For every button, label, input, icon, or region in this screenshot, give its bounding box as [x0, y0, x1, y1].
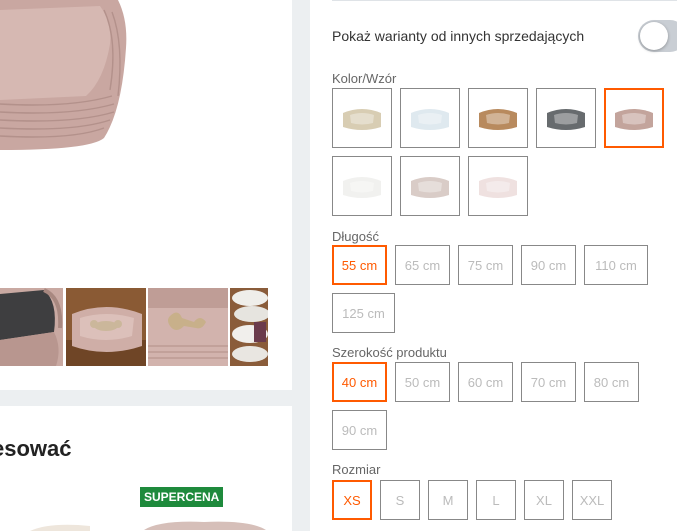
width-label: Szerokość produktu [332, 345, 447, 360]
recommendations-title: esować [0, 436, 72, 461]
length-option[interactable]: 75 cm [458, 245, 513, 285]
size-option[interactable]: L [476, 480, 516, 520]
size-option[interactable]: XS [332, 480, 372, 520]
color-swatch-caramel[interactable] [468, 88, 528, 148]
dog-bed-thumbnail [411, 177, 449, 198]
other-sellers-variants-toggle[interactable] [638, 20, 677, 52]
dog-bed-thumbnail [479, 109, 517, 130]
length-option[interactable]: 110 cm [584, 245, 648, 285]
product-thumbnail-2[interactable] [30, 522, 90, 531]
product-gallery [0, 0, 292, 390]
color-swatch-light-pink-grey[interactable] [400, 156, 460, 216]
divider [332, 0, 677, 1]
product-thumbnail[interactable] [140, 516, 270, 531]
color-swatch-white[interactable] [332, 156, 392, 216]
width-option[interactable]: 50 cm [395, 362, 450, 402]
other-sellers-variants-row: Pokaż warianty od innych sprzedających [332, 20, 677, 52]
color-swatch-light-blue[interactable] [400, 88, 460, 148]
color-swatch-beige[interactable] [332, 88, 392, 148]
dog-bed-thumbnail [547, 109, 585, 130]
dog-bed-thumbnail [615, 109, 653, 130]
size-option[interactable]: XL [524, 480, 564, 520]
main-product-image[interactable] [0, 0, 136, 282]
length-label: Długość [332, 229, 379, 244]
width-option[interactable]: 70 cm [521, 362, 576, 402]
dog-bed-thumbnail [411, 109, 449, 130]
dog-bed-thumbnail [479, 177, 517, 198]
width-option[interactable]: 40 cm [332, 362, 387, 402]
dog-bed-thumbnail [343, 177, 381, 198]
size-option[interactable]: M [428, 480, 468, 520]
size-option[interactable]: XXL [572, 480, 612, 520]
thumbnail-2[interactable] [66, 288, 146, 366]
length-option[interactable]: 65 cm [395, 245, 450, 285]
thumbnail-3[interactable] [148, 288, 228, 366]
recommendations-section: esować SUPERCENA [0, 406, 292, 531]
supercena-badge: SUPERCENA [140, 487, 224, 507]
other-sellers-variants-label: Pokaż warianty od innych sprzedających [332, 28, 585, 44]
width-option[interactable]: 60 cm [458, 362, 513, 402]
dog-bed-thumbnail [343, 109, 381, 130]
thumbnail-1[interactable] [0, 288, 63, 366]
thumbnail-strip [0, 288, 292, 366]
size-label: Rozmiar [332, 462, 381, 477]
length-option[interactable]: 125 cm [332, 293, 395, 333]
length-option[interactable]: 90 cm [521, 245, 576, 285]
length-option[interactable]: 55 cm [332, 245, 387, 285]
color-swatch-graphite[interactable] [536, 88, 596, 148]
color-label: Kolor/Wzór [332, 71, 397, 86]
color-swatch-dusty-pink[interactable] [604, 88, 664, 148]
color-swatch-pale-pink[interactable] [468, 156, 528, 216]
size-option[interactable]: S [380, 480, 420, 520]
thumbnail-4[interactable] [230, 288, 268, 366]
width-option[interactable]: 80 cm [584, 362, 639, 402]
toggle-knob [640, 22, 668, 50]
width-option[interactable]: 90 cm [332, 410, 387, 450]
